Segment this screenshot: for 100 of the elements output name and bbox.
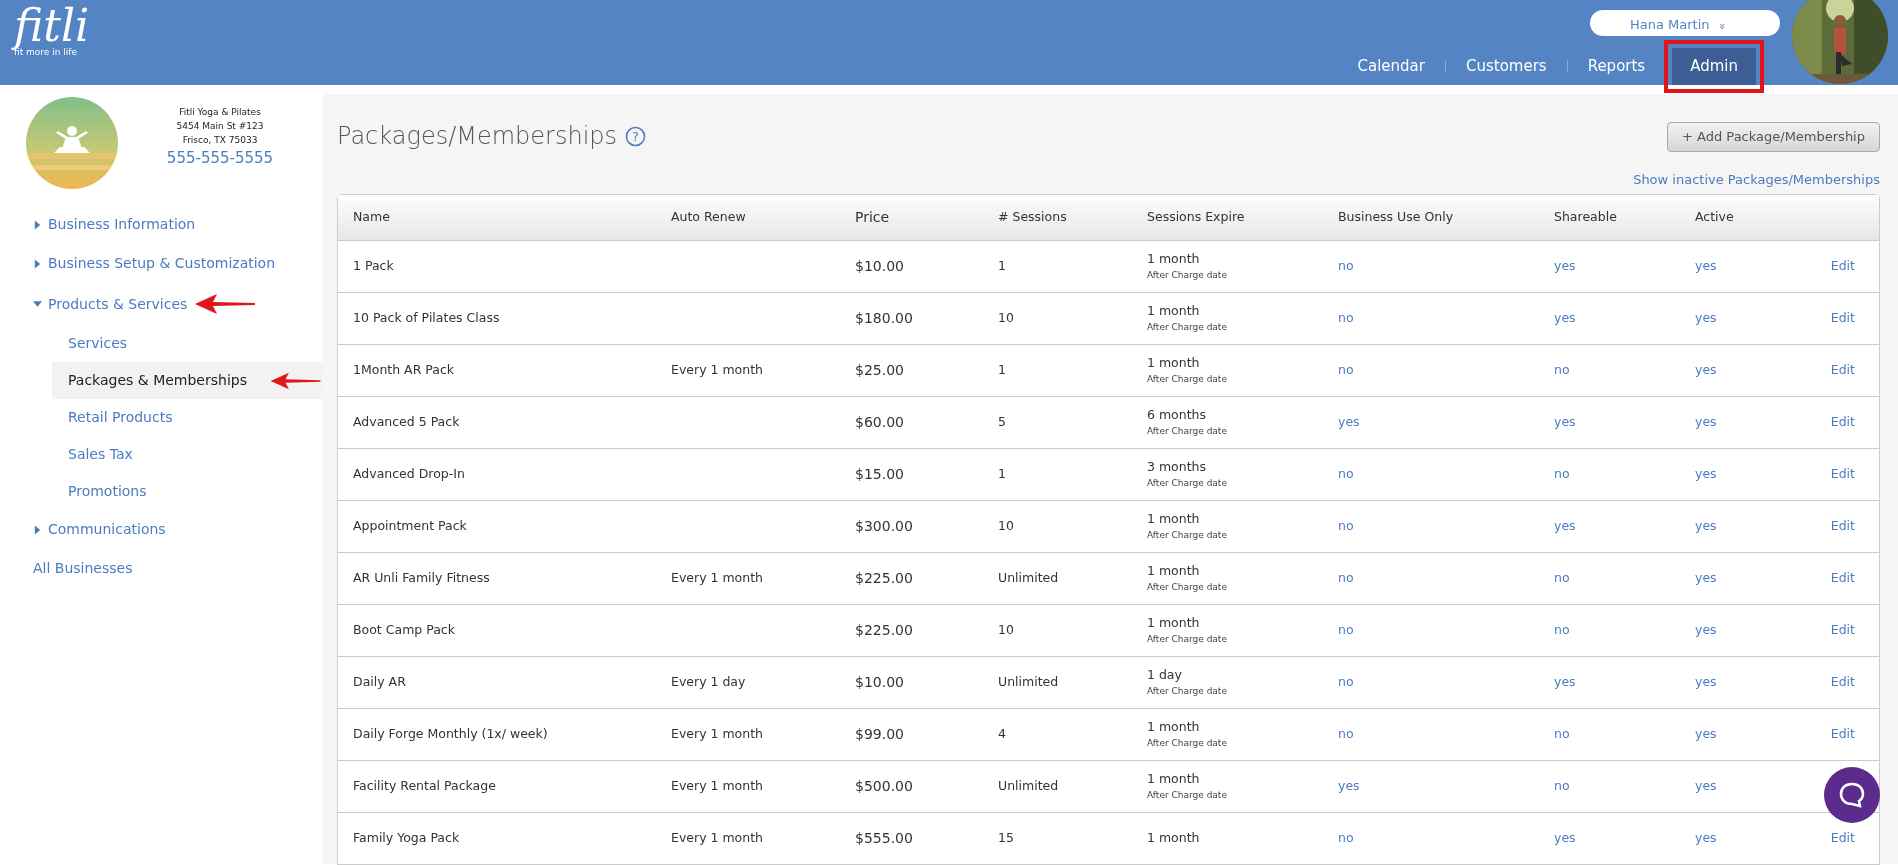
table-cell: Unlimited — [998, 673, 1059, 689]
phone-number: 555-555-5555 — [165, 148, 275, 169]
table-cell: Unlimited — [998, 569, 1059, 585]
edit-link[interactable]: Edit — [1830, 309, 1855, 325]
nav-tab[interactable]: Reports — [1573, 49, 1660, 84]
table-cell-text: 1 month — [1147, 769, 1201, 788]
nav-tab[interactable]: Calendar — [1343, 49, 1439, 84]
help-icon[interactable]: ? — [625, 125, 647, 147]
toggle-link[interactable]: yes — [1695, 257, 1717, 273]
table-cell-text: Daily AR — [352, 672, 407, 691]
table-cell: $10.00 — [855, 257, 904, 274]
table-cell: $300.00 — [855, 517, 913, 534]
table-cell-text: Family Yoga Pack — [352, 828, 461, 847]
toggle-link[interactable]: yes — [1695, 673, 1717, 689]
add-package-button[interactable]: + Add Package/Membership — [1667, 122, 1880, 152]
table-cell-text: 1 month — [1147, 561, 1201, 580]
table-cell: 15 — [998, 829, 1014, 845]
table-cell: $225.00 — [855, 621, 913, 638]
toggle-link[interactable]: yes — [1338, 777, 1360, 793]
toggle-link[interactable]: yes — [1695, 309, 1717, 325]
business-name: Fitli Yoga & Pilates — [178, 106, 262, 119]
toggle-link[interactable]: yes — [1554, 517, 1576, 533]
toggle-link[interactable]: no — [1554, 725, 1570, 741]
toggle-link[interactable]: yes — [1554, 829, 1576, 845]
chat-icon — [1838, 781, 1866, 809]
edit-link[interactable]: Edit — [1830, 673, 1855, 689]
table-cell-text: 1 month — [1147, 249, 1201, 268]
toggle-link[interactable]: yes — [1554, 673, 1576, 689]
toggle-link[interactable]: yes — [1338, 413, 1360, 429]
table-cell-text: 1 day — [1147, 665, 1183, 684]
toggle-link[interactable]: no — [1338, 725, 1354, 741]
caret-down-icon — [33, 299, 42, 309]
sidebar-item[interactable]: Business Setup & Customization — [33, 253, 276, 274]
toggle-link[interactable]: no — [1338, 309, 1354, 325]
toggle-link[interactable]: no — [1554, 777, 1570, 793]
edit-link[interactable]: Edit — [1830, 517, 1855, 533]
edit-link[interactable]: Edit — [1830, 725, 1855, 741]
toggle-link[interactable]: no — [1338, 569, 1354, 585]
toggle-link[interactable]: no — [1338, 257, 1354, 273]
edit-link[interactable]: Edit — [1830, 569, 1855, 585]
table-cell-text: Daily Forge Monthly (1x/ week) — [352, 724, 549, 743]
sidebar-subitem[interactable]: Services — [52, 325, 144, 362]
table-cell-note: After Charge date — [1147, 372, 1228, 386]
toggle-link[interactable]: no — [1338, 517, 1354, 533]
table-cell: $10.00 — [855, 673, 904, 690]
toggle-link[interactable]: yes — [1695, 465, 1717, 481]
table-cell-text: 1 month — [1147, 509, 1201, 528]
toggle-link[interactable]: no — [1338, 465, 1354, 481]
toggle-link[interactable]: yes — [1695, 361, 1717, 377]
caret-right-icon — [33, 524, 42, 535]
sidebar-subitem[interactable]: Retail Products — [52, 399, 189, 436]
table-cell-note: After Charge date — [1147, 632, 1228, 646]
toggle-link[interactable]: no — [1554, 465, 1570, 481]
toggle-link[interactable]: no — [1338, 673, 1354, 689]
sidebar-item[interactable]: All Businesses — [33, 558, 133, 579]
table-cell: Every 1 month — [671, 829, 763, 845]
table-cell: 1 — [998, 361, 1006, 377]
toggle-link[interactable]: no — [1554, 361, 1570, 377]
nav-tab[interactable]: Admin — [1672, 48, 1756, 85]
column-header: Shareable — [1554, 207, 1618, 226]
sidebar-item[interactable]: Business Information — [33, 214, 196, 235]
table-cell-text: 3 months — [1147, 457, 1207, 476]
edit-link[interactable]: Edit — [1830, 361, 1855, 377]
sidebar-item[interactable]: Communications — [33, 519, 166, 540]
edit-link[interactable]: Edit — [1830, 829, 1855, 845]
column-header: Auto Renew — [671, 207, 747, 226]
sidebar-subitem[interactable]: Sales Tax — [52, 436, 149, 473]
toggle-link[interactable]: yes — [1695, 517, 1717, 533]
column-header: Active — [1695, 207, 1735, 226]
table-cell-note: After Charge date — [1147, 268, 1228, 282]
page-title: Packages/Memberships — [337, 121, 618, 152]
toggle-link[interactable]: no — [1554, 569, 1570, 585]
sidebar-item[interactable]: Products & Services — [33, 293, 188, 315]
toggle-link[interactable]: no — [1338, 621, 1354, 637]
toggle-link[interactable]: yes — [1695, 569, 1717, 585]
toggle-link[interactable]: no — [1338, 361, 1354, 377]
edit-link[interactable]: Edit — [1830, 465, 1855, 481]
toggle-link[interactable]: yes — [1695, 829, 1717, 845]
toggle-link[interactable]: yes — [1554, 309, 1576, 325]
toggle-link[interactable]: yes — [1695, 777, 1717, 793]
toggle-link[interactable]: yes — [1695, 413, 1717, 429]
table-cell-note: After Charge date — [1147, 476, 1228, 490]
edit-link[interactable]: Edit — [1830, 257, 1855, 273]
table-cell: $60.00 — [855, 413, 904, 430]
column-header: Sessions Expire — [1147, 207, 1246, 226]
table-cell: $500.00 — [855, 777, 913, 794]
table-cell-note: After Charge date — [1147, 320, 1228, 334]
toggle-link[interactable]: no — [1554, 621, 1570, 637]
toggle-link[interactable]: yes — [1695, 621, 1717, 637]
edit-link[interactable]: Edit — [1830, 413, 1855, 429]
table-cell-note: After Charge date — [1147, 684, 1228, 698]
table-cell: 5 — [998, 413, 1006, 429]
toggle-link[interactable]: yes — [1554, 413, 1576, 429]
nav-tab[interactable]: Customers — [1451, 49, 1561, 84]
toggle-link[interactable]: yes — [1695, 725, 1717, 741]
edit-link[interactable]: Edit — [1830, 621, 1855, 637]
toggle-link[interactable]: no — [1338, 829, 1354, 845]
sidebar-subitem[interactable]: Promotions — [52, 473, 163, 510]
user-menu[interactable]: Hana Martin » — [1590, 10, 1780, 36]
toggle-link[interactable]: yes — [1554, 257, 1576, 273]
